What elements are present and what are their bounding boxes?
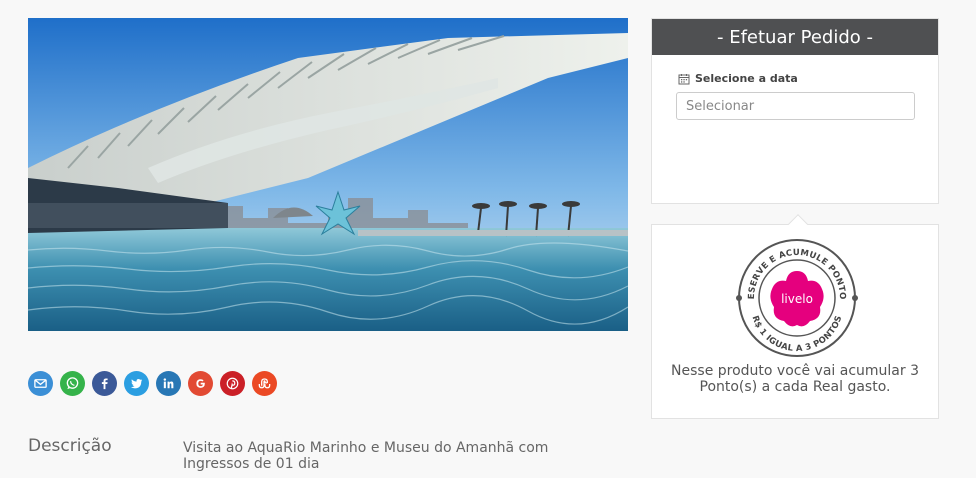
livelo-points-badge: RESERVE E ACUMULE PONTOS R$ 1 IGUAL A 3 … <box>734 235 858 357</box>
date-label-row: Selecione a data <box>678 72 798 85</box>
share-buttons <box>28 371 277 396</box>
pinterest-icon <box>226 377 239 390</box>
twitter-icon <box>130 379 143 389</box>
livelo-logo-text: livelo <box>781 292 813 306</box>
points-description: Nesse produto você vai acumular 3 Ponto(… <box>671 363 919 395</box>
date-label: Selecione a data <box>695 72 798 85</box>
description-text: Visita ao AquaRio Marinho e Museu do Ama… <box>183 440 549 472</box>
share-stumbleupon-button[interactable] <box>252 371 277 396</box>
email-icon <box>34 379 47 388</box>
order-panel: - Efetuar Pedido - Selecione a data <box>651 18 939 204</box>
share-linkedin-button[interactable] <box>156 371 181 396</box>
product-hero-image <box>28 18 628 331</box>
share-pinterest-button[interactable] <box>220 371 245 396</box>
share-twitter-button[interactable] <box>124 371 149 396</box>
date-picker-input[interactable] <box>676 92 915 120</box>
share-facebook-button[interactable] <box>92 371 117 396</box>
stumbleupon-icon <box>258 378 271 389</box>
facebook-icon <box>101 378 108 390</box>
order-panel-title: - Efetuar Pedido - <box>652 19 938 55</box>
points-panel: RESERVE E ACUMULE PONTOS R$ 1 IGUAL A 3 … <box>651 214 939 419</box>
google-icon <box>196 379 205 388</box>
share-whatsapp-button[interactable] <box>60 371 85 396</box>
points-panel-pointer <box>788 214 808 234</box>
description-label: Descrição <box>28 436 112 456</box>
whatsapp-icon <box>66 377 79 390</box>
share-email-button[interactable] <box>28 371 53 396</box>
calendar-icon <box>678 73 690 84</box>
share-google-button[interactable] <box>188 371 213 396</box>
linkedin-icon <box>163 378 174 389</box>
